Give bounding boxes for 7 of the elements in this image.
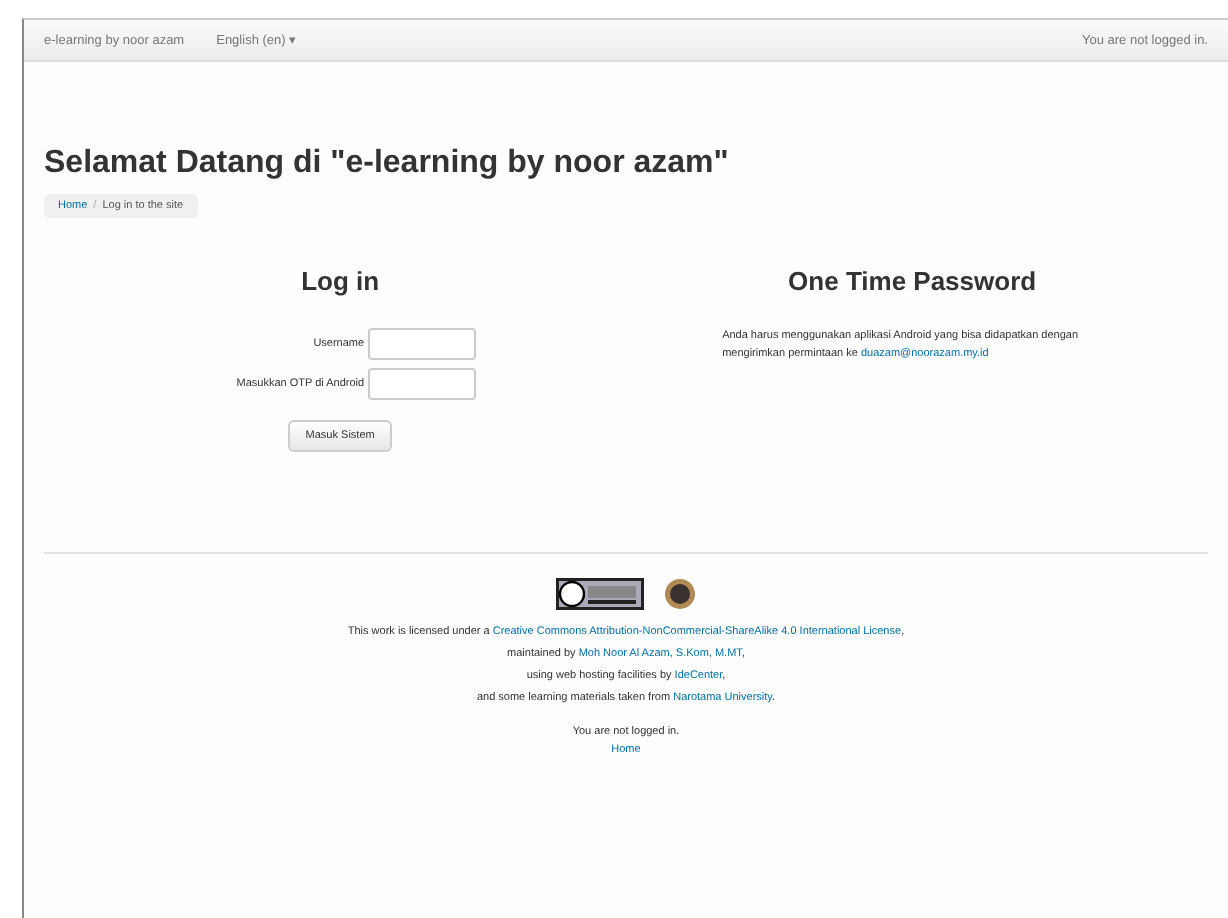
- input-field[interactable]: [368, 368, 477, 400]
- login-heading: Log in: [301, 266, 380, 296]
- license-badge-icon[interactable]: [556, 578, 644, 610]
- otp-heading: One Time Password: [788, 266, 1037, 296]
- page-title: Selamat Datang di "e-learning by noor azam": [44, 146, 731, 182]
- seal-icon[interactable]: [664, 578, 696, 610]
- input-field[interactable]: [368, 328, 477, 360]
